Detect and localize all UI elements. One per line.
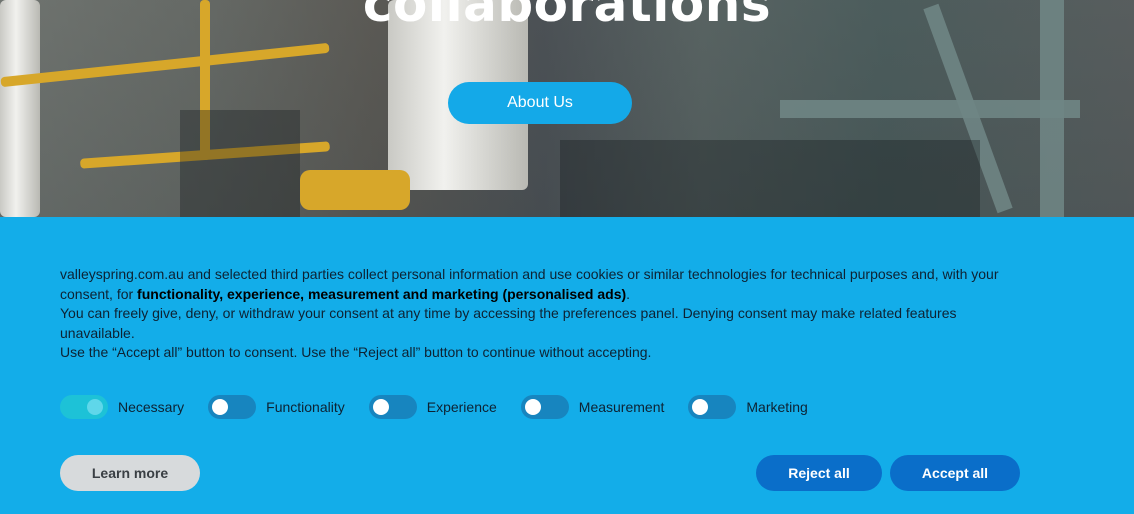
shadow-graphic — [560, 140, 980, 217]
measurement-switch[interactable] — [520, 395, 569, 419]
learn-more-button[interactable]: Learn more — [60, 455, 200, 491]
toggle-label: Measurement — [578, 399, 665, 415]
functionality-switch[interactable] — [208, 395, 257, 419]
toggle-experience[interactable]: Experience — [368, 395, 497, 419]
consent-text-1-end: . — [626, 285, 631, 302]
consent-toggles: Necessary Functionality Experience Measu… — [60, 395, 832, 419]
consent-paragraph-1: valleyspring.com.au and selected third p… — [60, 265, 1020, 304]
switch-knob — [212, 399, 229, 415]
shadow-graphic — [180, 110, 300, 217]
reject-all-button[interactable]: Reject all — [756, 455, 882, 491]
switch-knob — [692, 399, 709, 415]
railing-graphic — [0, 42, 330, 88]
consent-paragraph-2: You can freely give, deny, or withdraw y… — [60, 305, 957, 341]
toggle-measurement[interactable]: Measurement — [520, 395, 665, 419]
about-us-button[interactable]: About Us — [448, 82, 632, 124]
switch-knob — [524, 399, 541, 415]
railing-graphic — [300, 170, 410, 210]
toggle-marketing[interactable]: Marketing — [688, 395, 808, 419]
hero-banner: collaborations About Us — [0, 0, 1134, 217]
beam-graphic — [780, 100, 1080, 118]
cookie-consent-banner: valleyspring.com.au and selected third p… — [0, 217, 1134, 514]
necessary-switch[interactable] — [60, 395, 108, 419]
switch-knob — [372, 399, 389, 415]
consent-purposes: functionality, experience, measurement a… — [137, 285, 627, 302]
consent-paragraph-3: Use the “Accept all” button to consent. … — [60, 344, 652, 360]
toggle-label: Necessary — [118, 399, 185, 415]
toggle-label: Marketing — [746, 399, 808, 415]
toggle-label: Functionality — [266, 399, 345, 415]
accept-all-button[interactable]: Accept all — [890, 455, 1020, 491]
marketing-switch[interactable] — [688, 395, 737, 419]
consent-message: valleyspring.com.au and selected third p… — [60, 265, 1020, 363]
toggle-functionality[interactable]: Functionality — [208, 395, 345, 419]
toggle-label: Experience — [426, 399, 497, 415]
switch-knob — [87, 399, 103, 415]
toggle-necessary[interactable]: Necessary — [60, 395, 184, 419]
hero-title: collaborations — [362, 0, 772, 33]
experience-switch[interactable] — [368, 395, 417, 419]
